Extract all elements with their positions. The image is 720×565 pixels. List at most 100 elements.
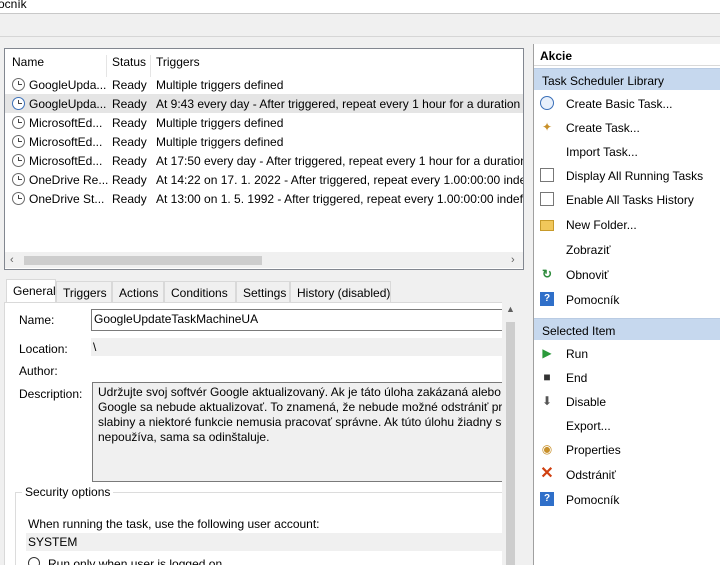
action-help[interactable]: ? Pomocník — [534, 288, 720, 312]
tab-settings[interactable]: Settings — [236, 281, 290, 302]
task-status: Ready — [112, 78, 147, 92]
task-name: MicrosoftEd... — [29, 135, 103, 149]
security-options-group: Security options When running the task, … — [15, 485, 515, 565]
action-create-basic-task[interactable]: Create Basic Task... — [534, 92, 720, 116]
task-status: Ready — [112, 135, 147, 149]
task-triggers: At 17:50 every day - After triggered, re… — [156, 154, 524, 168]
action-label: Disable — [566, 395, 607, 409]
task-icon: ✦ — [541, 120, 553, 134]
user-account-field[interactable]: SYSTEM — [26, 533, 506, 551]
action-display-running-tasks[interactable]: Display All Running Tasks — [534, 164, 720, 188]
scrollbar-thumb[interactable] — [506, 322, 515, 565]
action-end[interactable]: ■ End — [534, 366, 720, 390]
task-name: GoogleUpda... — [29, 78, 107, 92]
general-tab-panel: Name: GoogleUpdateTaskMachineUA Location… — [4, 302, 518, 565]
task-clock-icon — [12, 192, 25, 205]
task-status: Ready — [112, 192, 147, 206]
task-clock-icon — [12, 173, 25, 186]
properties-icon: ◉ — [541, 442, 553, 456]
run-logged-on-label: Run only when user is logged on — [48, 557, 223, 565]
name-field[interactable]: GoogleUpdateTaskMachineUA — [91, 309, 517, 331]
task-name: GoogleUpda... — [29, 97, 107, 111]
folder-icon — [540, 220, 554, 231]
table-row[interactable]: MicrosoftEd... Ready Multiple triggers d… — [5, 132, 523, 151]
column-header-status[interactable]: Status — [112, 55, 146, 69]
scroll-left-icon[interactable]: ‹ — [10, 252, 14, 268]
task-triggers: Multiple triggers defined — [156, 78, 284, 92]
vertical-scrollbar[interactable]: ▲ — [502, 302, 518, 565]
name-label: Name: — [19, 313, 55, 327]
account-prompt: When running the task, use the following… — [28, 517, 320, 531]
description-field[interactable]: Udržujte svoj softvér Google aktualizova… — [92, 382, 512, 482]
action-label: Run — [566, 347, 589, 361]
action-export[interactable]: Export... — [534, 414, 720, 438]
table-row-selected[interactable]: GoogleUpda... Ready At 9:43 every day - … — [5, 94, 523, 113]
section-task-scheduler-library[interactable]: Task Scheduler Library — [534, 68, 720, 90]
action-enable-tasks-history[interactable]: Enable All Tasks History — [534, 188, 720, 212]
scroll-up-icon[interactable]: ▲ — [506, 304, 515, 314]
section-selected-item[interactable]: Selected Item — [534, 318, 720, 340]
column-header-name[interactable]: Name — [12, 55, 44, 69]
action-label: Pomocník — [566, 493, 620, 507]
task-list[interactable]: Name Status Triggers GoogleUpda... Ready… — [4, 48, 524, 270]
refresh-icon: ↻ — [541, 267, 553, 281]
action-label: Export... — [566, 419, 611, 433]
table-row[interactable]: MicrosoftEd... Ready At 17:50 every day … — [5, 151, 523, 170]
action-label: Enable All Tasks History — [566, 193, 694, 207]
actions-header: Akcie — [534, 44, 720, 66]
pane-splitter[interactable] — [0, 270, 528, 278]
run-logged-on-radio[interactable] — [28, 557, 40, 565]
action-label: Obnoviť — [566, 268, 609, 282]
table-row[interactable]: MicrosoftEd... Ready Multiple triggers d… — [5, 113, 523, 132]
help-icon: ? — [540, 492, 554, 506]
task-list-header: Name Status Triggers — [5, 49, 523, 77]
tab-triggers[interactable]: Triggers — [56, 281, 112, 302]
task-status: Ready — [112, 97, 147, 111]
window-title: ocník — [0, 0, 27, 11]
table-row[interactable]: OneDrive St... Ready At 13:00 on 1. 5. 1… — [5, 189, 523, 208]
action-label: Odstrániť — [566, 468, 616, 482]
action-label: Zobraziť — [566, 243, 611, 257]
task-name: MicrosoftEd... — [29, 154, 103, 168]
clock-doc-icon — [540, 96, 554, 110]
action-properties[interactable]: ◉ Properties — [534, 438, 720, 462]
action-disable[interactable]: ⬇ Disable — [534, 390, 720, 414]
column-header-triggers[interactable]: Triggers — [156, 55, 200, 69]
list-icon — [540, 168, 554, 182]
action-new-folder[interactable]: New Folder... — [534, 213, 720, 237]
action-create-task[interactable]: ✦ Create Task... — [534, 116, 720, 140]
task-clock-icon — [12, 154, 25, 167]
table-row[interactable]: GoogleUpda... Ready Multiple triggers de… — [5, 75, 523, 94]
action-label: Properties — [566, 443, 621, 457]
task-triggers: Multiple triggers defined — [156, 135, 284, 149]
end-icon: ■ — [543, 370, 551, 384]
horizontal-scrollbar[interactable]: ‹ › — [5, 252, 523, 268]
task-clock-icon — [12, 97, 25, 110]
scrollbar-thumb[interactable] — [24, 256, 262, 265]
tab-general[interactable]: General — [6, 279, 56, 302]
tab-history[interactable]: History (disabled) — [290, 281, 391, 302]
tab-conditions[interactable]: Conditions — [164, 281, 236, 302]
action-label: End — [566, 371, 588, 385]
action-refresh[interactable]: ↻ Obnoviť — [534, 263, 720, 287]
disable-icon: ⬇ — [541, 394, 553, 408]
scroll-right-icon[interactable]: › — [511, 252, 515, 268]
location-field[interactable]: \ — [91, 338, 517, 356]
description-label: Description: — [19, 387, 83, 401]
task-name: OneDrive Re... — [29, 173, 109, 187]
table-row[interactable]: OneDrive Re... Ready At 14:22 on 17. 1. … — [5, 170, 523, 189]
action-run[interactable]: ▶ Run — [534, 342, 720, 366]
action-label: Create Task... — [566, 121, 640, 135]
toolbar-separator — [0, 36, 720, 37]
action-view[interactable]: Zobraziť — [534, 238, 720, 262]
task-clock-icon — [12, 116, 25, 129]
author-label: Author: — [19, 364, 58, 378]
task-name: MicrosoftEd... — [29, 116, 103, 130]
history-icon — [540, 192, 554, 206]
task-status: Ready — [112, 173, 147, 187]
location-label: Location: — [19, 342, 68, 356]
action-help-selected[interactable]: ? Pomocník — [534, 488, 720, 512]
action-import-task[interactable]: Import Task... — [534, 140, 720, 164]
action-delete[interactable]: ✕ Odstrániť — [534, 463, 720, 487]
tab-actions[interactable]: Actions — [112, 281, 164, 302]
